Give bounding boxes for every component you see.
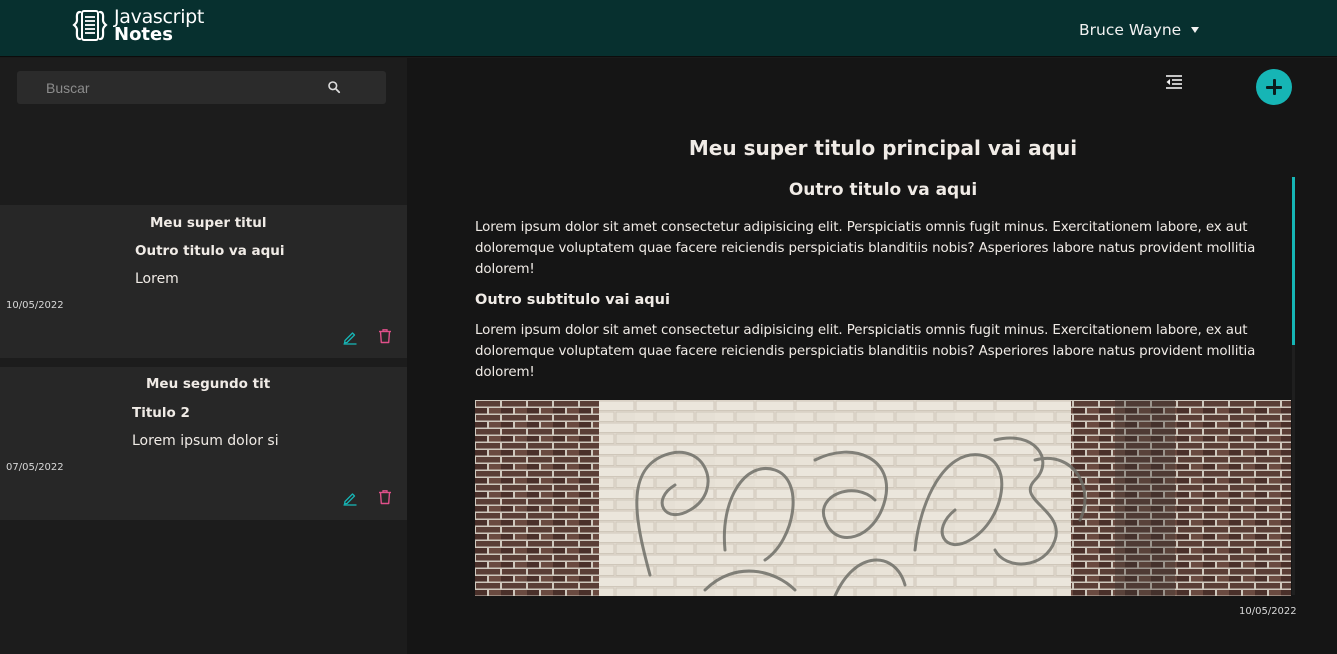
note-heading: Outro titulo va aqui (135, 243, 285, 259)
document-date: 10/05/2022 (1239, 606, 1297, 617)
document-heading: Outro titulo va aqui (788, 180, 978, 200)
logo-text: Javascript Notes (114, 8, 204, 44)
indent-list-icon[interactable] (1165, 74, 1183, 90)
search-box (17, 71, 386, 104)
notes-sidebar: Meu super titul Outro titulo va aqui Lor… (0, 58, 407, 654)
caret-down-icon (1191, 27, 1200, 33)
document-paragraph: Lorem ipsum dolor sit amet consectetur a… (475, 220, 1256, 277)
note-title: Meu super titul (150, 215, 267, 231)
note-date: 07/05/2022 (6, 462, 64, 473)
scrollbar-thumb[interactable] (1292, 177, 1295, 345)
user-menu[interactable]: Bruce Wayne (1079, 21, 1200, 39)
pencil-icon[interactable] (342, 490, 358, 506)
user-name: Bruce Wayne (1079, 21, 1182, 39)
note-preview: Lorem ipsum dolor si (132, 433, 279, 449)
document-content: Outro titulo va aqui Lorem ipsum dolor s… (475, 179, 1291, 383)
pencil-icon[interactable] (342, 329, 358, 345)
search-input[interactable] (46, 78, 336, 98)
graffiti-wall-image (475, 400, 1291, 596)
note-card[interactable]: Meu super titul Outro titulo va aqui Lor… (0, 205, 407, 358)
document-title: Meu super titulo principal vai aqui (688, 136, 1078, 160)
note-viewer: Meu super titulo principal vai aqui Outr… (407, 58, 1337, 654)
note-title: Meu segundo tit (146, 376, 271, 392)
search-icon[interactable] (327, 80, 341, 94)
logo-subtitle: Notes (114, 24, 173, 45)
add-note-button[interactable] (1256, 69, 1292, 105)
note-date: 10/05/2022 (6, 300, 64, 311)
note-preview: Lorem (135, 271, 179, 287)
top-header: Javascript Notes Bruce Wayne (0, 0, 1337, 57)
note-card[interactable]: Meu segundo tit Titulo 2 Lorem ipsum dol… (0, 367, 407, 520)
document-subheading: Outro subtitulo vai aqui (475, 292, 670, 308)
notebook-braces-icon (72, 10, 108, 41)
document-paragraph: Lorem ipsum dolor sit amet consectetur a… (475, 323, 1256, 380)
trash-icon[interactable] (377, 489, 393, 505)
note-heading: Titulo 2 (132, 405, 190, 421)
app-logo[interactable]: Javascript Notes (72, 8, 204, 44)
trash-icon[interactable] (377, 328, 393, 344)
